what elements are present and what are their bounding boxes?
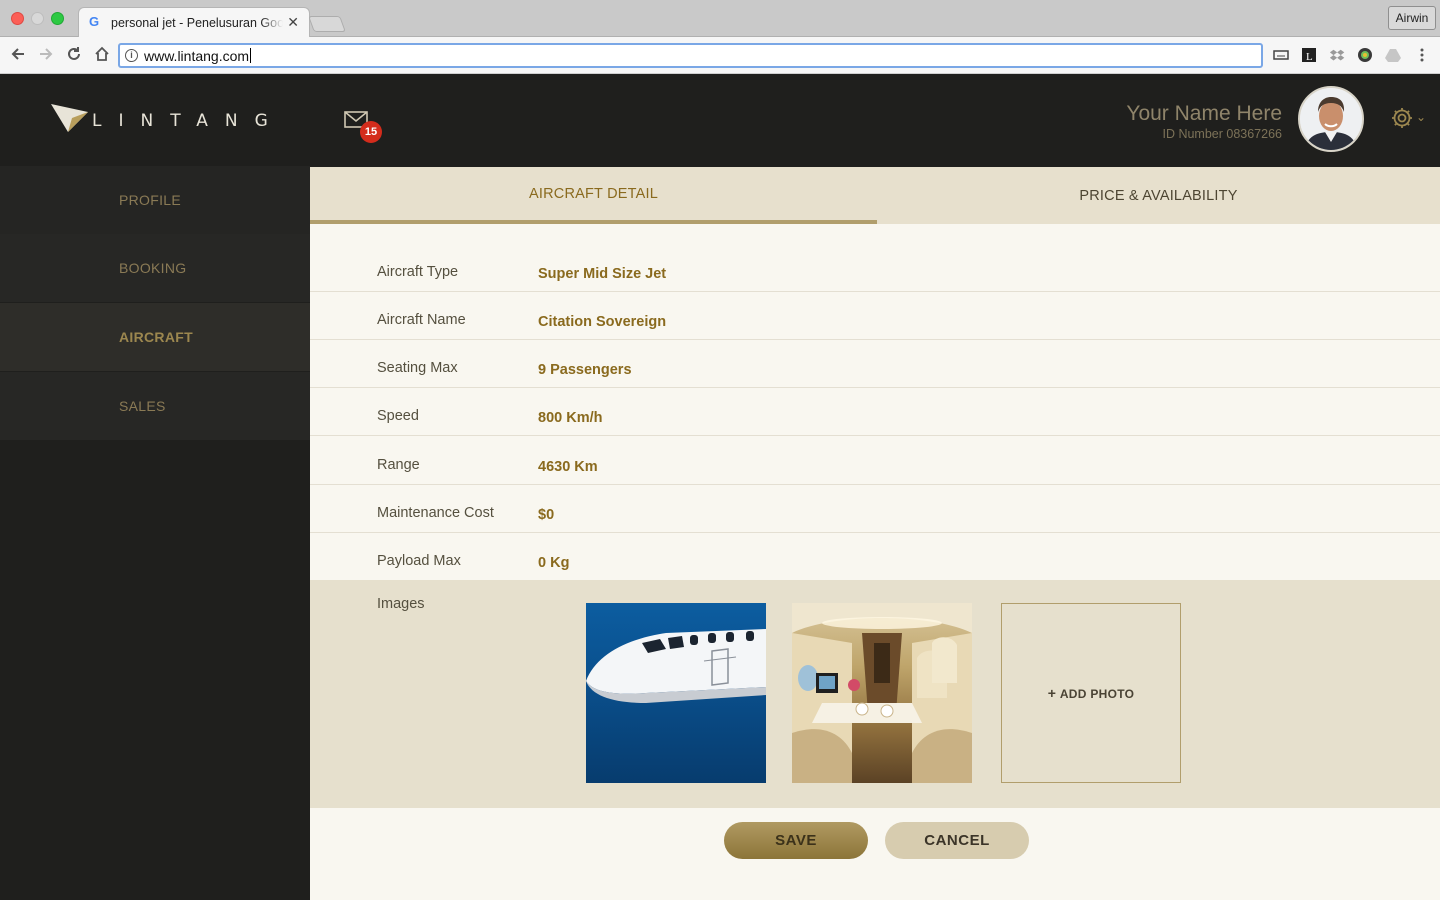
sidebar-item-sales[interactable]: SALES xyxy=(0,372,310,440)
cast-extension-icon[interactable] xyxy=(1273,47,1289,63)
field-value[interactable]: 0 Kg xyxy=(538,555,569,571)
user-name: Your Name Here xyxy=(1126,102,1282,125)
field-label: Payload Max xyxy=(377,553,461,569)
drive-extension-icon[interactable] xyxy=(1385,47,1401,63)
aircraft-detail-panel: Aircraft Type Super Mid Size Jet Aircraf… xyxy=(310,224,1440,900)
sidebar-item-label: BOOKING xyxy=(119,260,187,276)
detail-row-payload-max: Payload Max 0 Kg xyxy=(310,533,1440,581)
brand-name: LINTANG xyxy=(92,111,285,131)
instapaper-extension-icon[interactable]: L xyxy=(1301,47,1317,63)
close-tab-icon[interactable]: ✕ xyxy=(287,15,299,29)
sidebar-item-booking[interactable]: BOOKING xyxy=(0,234,310,302)
minimize-window-button[interactable] xyxy=(31,12,44,25)
lintang-logo[interactable]: LINTANG xyxy=(50,102,268,136)
google-icon: G xyxy=(89,14,100,29)
browser-profile-button[interactable]: Airwin xyxy=(1388,6,1436,30)
tab-title: personal jet - Penelusuran Google xyxy=(111,16,283,30)
tab-price-availability[interactable]: PRICE & AVAILABILITY xyxy=(877,167,1440,224)
plus-icon: + xyxy=(1047,685,1057,701)
more-menu-icon[interactable] xyxy=(1414,47,1430,63)
save-button[interactable]: SAVE xyxy=(724,822,868,859)
app-header: 15 Your Name Here ID Number 08367266 ⌄ xyxy=(310,74,1440,167)
sidebar-item-label: AIRCRAFT xyxy=(119,329,193,345)
cancel-button[interactable]: CANCEL xyxy=(885,822,1029,859)
add-photo-text: ADD PHOTO xyxy=(1059,687,1135,701)
images-label: Images xyxy=(377,596,425,612)
field-label: Maintenance Cost xyxy=(377,505,494,521)
detail-tabs: AIRCRAFT DETAIL PRICE & AVAILABILITY xyxy=(310,167,1440,224)
lintang-logo-mark-icon xyxy=(51,104,88,132)
address-bar[interactable]: i www.lintang.com xyxy=(118,43,1263,68)
add-photo-button[interactable]: + ADD PHOTO xyxy=(1001,603,1181,783)
field-value[interactable]: Citation Sovereign xyxy=(538,314,666,330)
aircraft-cabin-photo[interactable] xyxy=(792,603,972,783)
maximize-window-button[interactable] xyxy=(51,12,64,25)
tab-label: AIRCRAFT DETAIL xyxy=(529,186,658,202)
address-url[interactable]: www.lintang.com xyxy=(144,48,251,64)
sidebar-item-aircraft[interactable]: AIRCRAFT xyxy=(0,303,310,371)
field-value[interactable]: 9 Passengers xyxy=(538,362,632,378)
field-label: Aircraft Type xyxy=(377,264,459,280)
forward-icon[interactable] xyxy=(36,45,56,65)
sidebar: LINTANG PROFILE BOOKING AIRCRAFT SALES xyxy=(0,74,310,900)
mail-count-badge: 15 xyxy=(360,121,382,143)
images-section: Images + ADD PHOTO xyxy=(310,580,1440,808)
site-info-icon[interactable]: i xyxy=(125,49,138,62)
detail-row-maintenance-cost: Maintenance Cost $0 xyxy=(310,485,1440,533)
browser-titlebar: G personal jet - Penelusuran Google ✕ Ai… xyxy=(0,0,1440,38)
field-label: Aircraft Name xyxy=(377,312,466,328)
field-label: Seating Max xyxy=(377,360,458,376)
detail-row-speed: Speed 800 Km/h xyxy=(310,388,1440,436)
browser-tab[interactable]: G personal jet - Penelusuran Google ✕ xyxy=(78,7,310,38)
field-label: Speed xyxy=(377,408,419,424)
browser-toolbar: i www.lintang.com L xyxy=(0,37,1440,74)
add-photo-label: + ADD PHOTO xyxy=(1048,685,1135,701)
detail-row-range: Range 4630 Km xyxy=(310,437,1440,485)
back-icon[interactable] xyxy=(8,45,28,65)
reload-icon[interactable] xyxy=(64,45,84,65)
sidebar-item-label: PROFILE xyxy=(119,192,182,208)
detail-row-aircraft-name: Aircraft Name Citation Sovereign xyxy=(310,292,1440,340)
tab-label: PRICE & AVAILABILITY xyxy=(1079,188,1238,204)
field-value[interactable]: Super Mid Size Jet xyxy=(538,266,666,282)
aircraft-exterior-photo[interactable] xyxy=(586,603,766,783)
field-label: Range xyxy=(377,457,420,473)
sidebar-item-profile[interactable]: PROFILE xyxy=(0,166,310,234)
sidebar-item-label: SALES xyxy=(119,398,166,414)
field-value[interactable]: $0 xyxy=(538,507,554,523)
close-window-button[interactable] xyxy=(11,12,24,25)
settings-gear-icon[interactable] xyxy=(1390,106,1414,130)
dropbox-extension-icon[interactable] xyxy=(1329,47,1345,63)
avatar[interactable] xyxy=(1298,86,1364,152)
chevron-down-icon[interactable]: ⌄ xyxy=(1416,110,1426,124)
home-icon[interactable] xyxy=(92,45,112,65)
detail-row-aircraft-type: Aircraft Type Super Mid Size Jet xyxy=(310,244,1440,292)
color-picker-extension-icon[interactable] xyxy=(1357,47,1373,63)
field-value[interactable]: 800 Km/h xyxy=(538,410,602,426)
field-value[interactable]: 4630 Km xyxy=(538,459,598,475)
detail-row-seating-max: Seating Max 9 Passengers xyxy=(310,340,1440,388)
svg-text:L: L xyxy=(1306,51,1313,63)
user-id-number: ID Number 08367266 xyxy=(1162,127,1282,141)
tab-aircraft-detail[interactable]: AIRCRAFT DETAIL xyxy=(310,167,877,224)
new-tab-button[interactable] xyxy=(308,16,346,32)
